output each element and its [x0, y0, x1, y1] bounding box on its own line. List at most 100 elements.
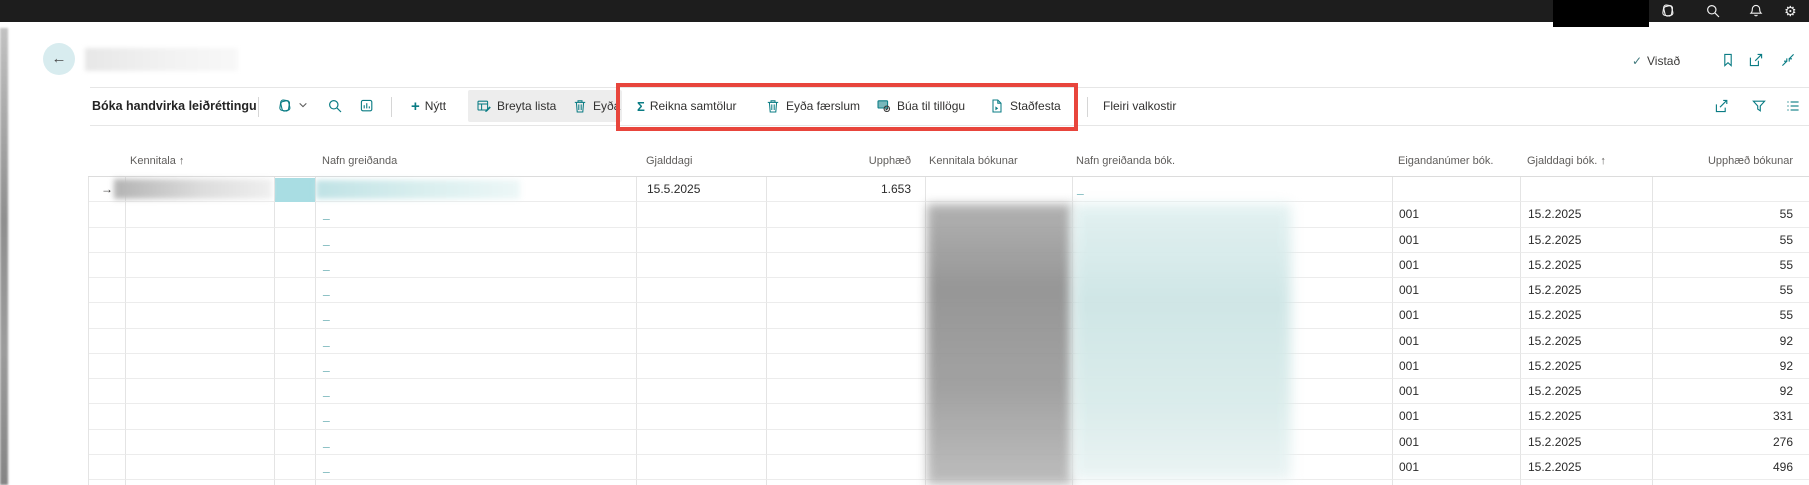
cell-upphaed[interactable] [767, 404, 926, 429]
cell-upphaed-bokunar[interactable]: 496 [1653, 455, 1809, 480]
cell-kennitala[interactable] [126, 202, 275, 227]
cell-upphaed[interactable] [767, 329, 926, 354]
cell-nafn-bokunar[interactable]: _ [1073, 177, 1393, 202]
cell-nafn[interactable] [316, 177, 637, 202]
header-upphaed[interactable]: Upphæð [766, 146, 925, 176]
cell-spacer[interactable] [275, 228, 316, 253]
cell-gjalddagi[interactable] [637, 253, 767, 278]
cell-kennitala[interactable] [126, 303, 275, 328]
row-selector[interactable] [89, 379, 126, 404]
cell-eigandanumer-bokunar[interactable]: 001 [1393, 202, 1521, 227]
row-selector[interactable] [89, 228, 126, 253]
collapse-icon[interactable] [1780, 52, 1796, 68]
cell-eigandanumer-bokunar[interactable]: 001 [1393, 430, 1521, 455]
cell-spacer[interactable] [275, 379, 316, 404]
cell-kennitala-bokunar[interactable] [926, 253, 1073, 278]
open-in-new-window-icon[interactable] [1748, 52, 1764, 68]
cell-spacer[interactable] [275, 303, 316, 328]
cell-upphaed-bokunar[interactable]: 331 [1653, 404, 1809, 429]
cell-nafn-bokunar[interactable] [1073, 253, 1393, 278]
header-eigandanumer-bok[interactable]: Eigandanúmer bók. [1392, 146, 1520, 176]
cell-upphaed[interactable] [767, 480, 926, 485]
cell-nafn[interactable]: _ [316, 202, 637, 227]
cell-gjalddagi-bokunar[interactable]: 15.2.2025 [1521, 303, 1653, 328]
cell-spacer[interactable] [275, 455, 316, 480]
cell-gjalddagi-bokunar[interactable]: 15.2.2025 [1521, 455, 1653, 480]
cell-eigandanumer-bokunar[interactable]: 001 [1393, 303, 1521, 328]
cell-gjalddagi-bokunar[interactable]: 15.2.2025 [1521, 228, 1653, 253]
cell-gjalddagi[interactable] [637, 278, 767, 303]
cell-nafn-bokunar[interactable] [1073, 303, 1393, 328]
table-row[interactable] [88, 480, 1809, 485]
search-icon[interactable] [1705, 3, 1721, 19]
cell-nafn-bokunar[interactable] [1073, 329, 1393, 354]
page-action-boka-handvirka[interactable]: Bóka handvirka leiðréttingu [92, 87, 257, 125]
cell-upphaed[interactable] [767, 253, 926, 278]
table-row[interactable]: _ 001 15.2.2025 331 [88, 404, 1809, 429]
cell-upphaed[interactable] [767, 278, 926, 303]
row-selector[interactable] [89, 404, 126, 429]
header-nafn-greidanda-bok[interactable]: Nafn greiðanda bók. [1072, 146, 1392, 176]
cell-kennitala-bokunar[interactable] [926, 303, 1073, 328]
cell-upphaed[interactable] [767, 202, 926, 227]
cell-kennitala-bokunar[interactable] [926, 455, 1073, 480]
header-nafn-greidanda[interactable]: Nafn greiðanda [315, 146, 636, 176]
cell-spacer[interactable] [275, 278, 316, 303]
cell-gjalddagi[interactable]: 15.5.2025 [637, 177, 767, 202]
edit-list-button[interactable]: Breyta lista [476, 87, 556, 125]
cell-kennitala-bokunar[interactable] [926, 177, 1073, 202]
cell-gjalddagi-bokunar[interactable]: 15.2.2025 [1521, 379, 1653, 404]
header-kennitala[interactable]: Kennitala ↑ [125, 146, 274, 176]
table-row[interactable]: _ 001 15.2.2025 92 [88, 329, 1809, 354]
table-row[interactable]: _ 001 15.2.2025 55 [88, 303, 1809, 328]
cell-spacer[interactable] [275, 480, 316, 485]
back-button[interactable]: ← [43, 43, 75, 75]
cell-kennitala[interactable] [126, 177, 275, 202]
cell-eigandanumer-bokunar[interactable]: 001 [1393, 329, 1521, 354]
table-row[interactable]: _ 001 15.2.2025 55 [88, 228, 1809, 253]
cell-kennitala-bokunar[interactable] [926, 404, 1073, 429]
header-upphaed-bokunar[interactable]: Upphæð bókunar [1652, 146, 1809, 176]
cell-kennitala[interactable] [126, 228, 275, 253]
cell-nafn-bokunar[interactable] [1073, 354, 1393, 379]
cell-upphaed-bokunar[interactable]: 55 [1653, 303, 1809, 328]
delete-button[interactable]: Eyða [572, 87, 620, 125]
cell-nafn[interactable]: _ [316, 379, 637, 404]
cell-nafn-bokunar[interactable] [1073, 379, 1393, 404]
cell-upphaed[interactable] [767, 379, 926, 404]
row-selector[interactable] [89, 430, 126, 455]
table-row[interactable]: _ 001 15.2.2025 276 [88, 430, 1809, 455]
new-button[interactable]: + Nýtt [411, 87, 446, 125]
cell-upphaed-bokunar[interactable]: 55 [1653, 228, 1809, 253]
analyze-button[interactable] [359, 87, 375, 125]
cell-gjalddagi[interactable] [637, 354, 767, 379]
cell-kennitala[interactable] [126, 329, 275, 354]
cell-kennitala-bokunar[interactable] [926, 480, 1073, 485]
cell-spacer[interactable] [275, 354, 316, 379]
cell-nafn[interactable]: _ [316, 329, 637, 354]
notifications-bell-icon[interactable] [1748, 3, 1764, 19]
cell-eigandanumer-bokunar[interactable]: 001 [1393, 455, 1521, 480]
cell-gjalddagi[interactable] [637, 202, 767, 227]
cell-spacer[interactable] [275, 253, 316, 278]
header-gjalddagi-bok[interactable]: Gjalddagi bók. ↑ [1520, 146, 1652, 176]
row-selector[interactable] [89, 253, 126, 278]
cell-nafn[interactable]: _ [316, 404, 637, 429]
cell-kennitala[interactable] [126, 278, 275, 303]
cell-nafn-bokunar[interactable] [1073, 430, 1393, 455]
cell-spacer[interactable] [275, 404, 316, 429]
cell-nafn[interactable]: _ [316, 303, 637, 328]
row-selector[interactable] [89, 354, 126, 379]
cell-upphaed[interactable] [767, 455, 926, 480]
cell-nafn[interactable]: _ [316, 430, 637, 455]
table-row[interactable]: _ 001 15.2.2025 55 [88, 202, 1809, 227]
row-selector[interactable] [89, 329, 126, 354]
cell-kennitala-bokunar[interactable] [926, 202, 1073, 227]
cell-gjalddagi[interactable] [637, 303, 767, 328]
cell-eigandanumer-bokunar[interactable]: 001 [1393, 354, 1521, 379]
cell-gjalddagi-bokunar[interactable] [1521, 177, 1653, 202]
cell-eigandanumer-bokunar[interactable] [1393, 480, 1521, 485]
filter-button[interactable] [1751, 87, 1767, 125]
cell-upphaed-bokunar[interactable] [1653, 480, 1809, 485]
cell-nafn[interactable]: _ [316, 228, 637, 253]
